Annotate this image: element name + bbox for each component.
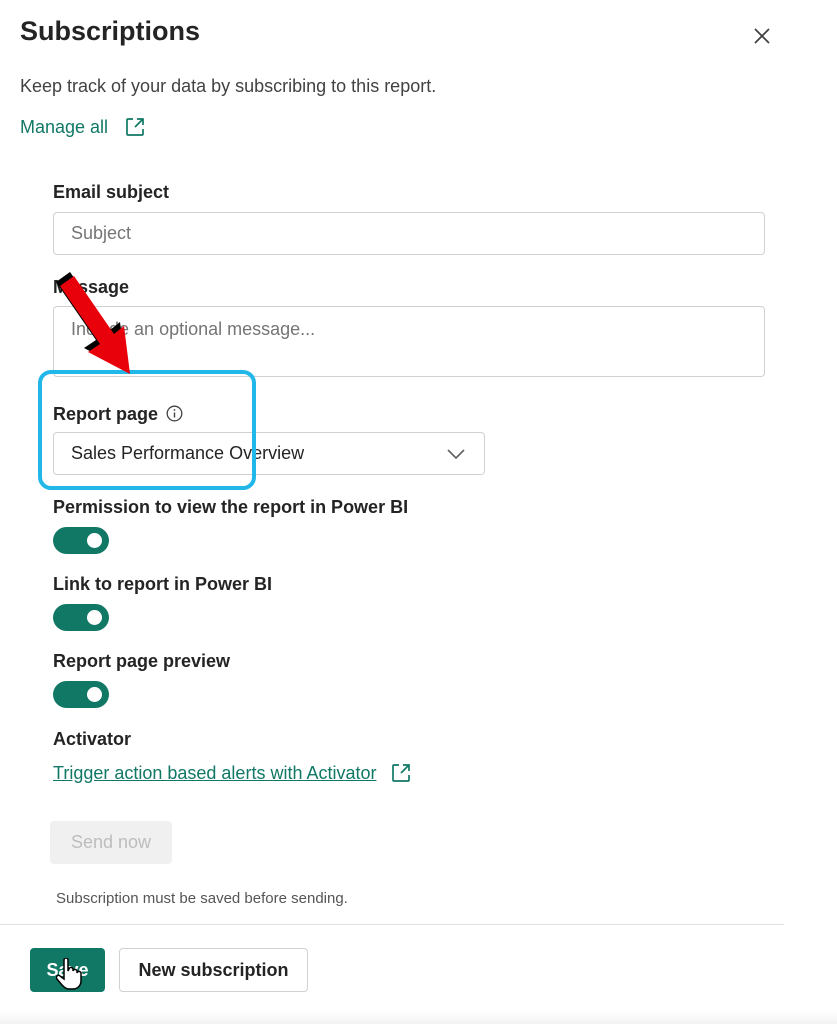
save-button[interactable]: Save <box>30 948 105 992</box>
footer-divider <box>0 924 784 925</box>
link-toggle[interactable] <box>53 604 109 631</box>
close-icon[interactable] <box>748 22 776 50</box>
save-note: Subscription must be saved before sendin… <box>56 890 348 907</box>
activator-link-text: Trigger action based alerts with Activat… <box>53 762 377 783</box>
external-link-icon <box>392 764 411 782</box>
message-textarea[interactable] <box>53 306 765 377</box>
activator-link[interactable]: Trigger action based alerts with Activat… <box>53 762 412 784</box>
permission-toggle[interactable] <box>53 527 109 554</box>
subscriptions-panel: Subscriptions Keep track of your data by… <box>0 0 837 1024</box>
link-toggle-label: Link to report in Power BI <box>53 574 273 594</box>
report-page-selected: Sales Performance Overview <box>71 443 305 463</box>
chevron-down-icon <box>447 449 465 460</box>
email-subject-label: Email subject <box>53 182 170 202</box>
preview-toggle-label: Report page preview <box>53 651 231 671</box>
report-page-label-text: Report page <box>53 404 159 424</box>
email-subject-input[interactable] <box>53 212 765 255</box>
manage-all-label: Manage all <box>20 116 109 137</box>
manage-all-link[interactable]: Manage all <box>20 116 146 138</box>
new-subscription-button[interactable]: New subscription <box>119 948 308 992</box>
report-page-dropdown[interactable]: Sales Performance Overview <box>53 432 485 475</box>
external-link-icon <box>126 118 144 136</box>
send-now-button[interactable]: Send now <box>50 821 172 864</box>
permission-toggle-label: Permission to view the report in Power B… <box>53 497 409 517</box>
preview-toggle[interactable] <box>53 681 109 708</box>
intro-text: Keep track of your data by subscribing t… <box>20 76 437 96</box>
message-label: Message <box>53 277 130 297</box>
panel-title: Subscriptions <box>20 16 201 46</box>
report-page-label: Report page <box>53 404 183 425</box>
info-icon[interactable] <box>166 405 183 422</box>
bottom-edge <box>0 1010 837 1024</box>
activator-label: Activator <box>53 729 132 749</box>
